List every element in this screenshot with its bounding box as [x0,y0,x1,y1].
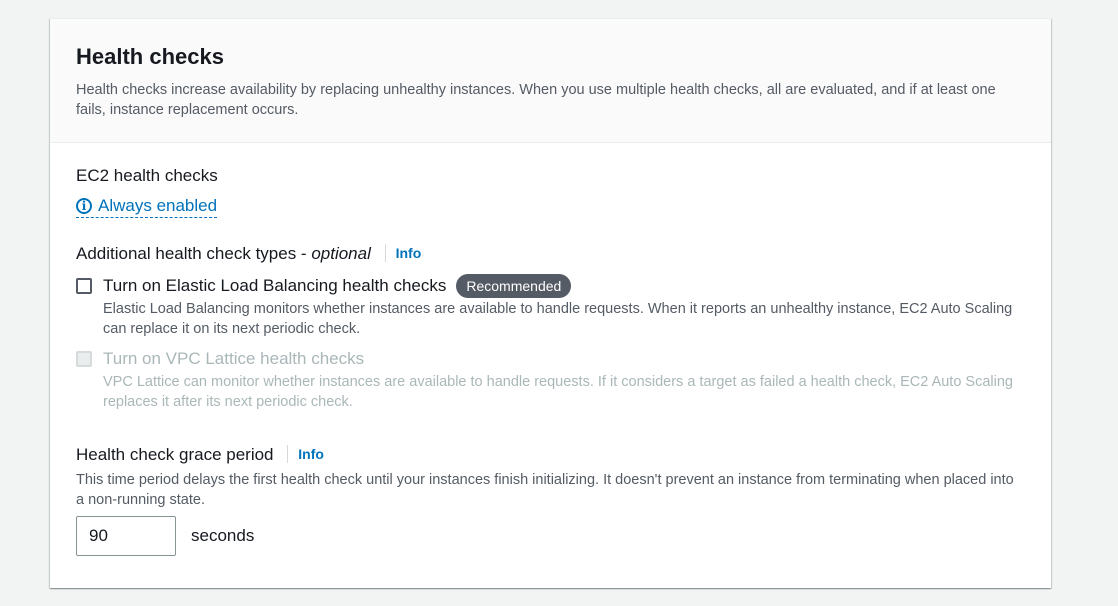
elb-health-check-description: Elastic Load Balancing monitors whether … [103,301,1013,337]
vpc-lattice-label-text: Turn on VPC Lattice health checks [103,349,365,368]
grace-period-label-text: Health check grace period [76,445,274,464]
info-icon: i [76,198,92,214]
panel-body: EC2 health checks i Always enabled Addit… [50,143,1051,556]
additional-health-check-types-label: Additional health check types - optional… [76,242,1025,266]
vpc-lattice-health-check-description: VPC Lattice can monitor whether instance… [103,374,1013,410]
vpc-lattice-health-check-label: Turn on VPC Lattice health checks [103,347,1025,371]
grace-period-description: This time period delays the first health… [76,472,1014,508]
elb-health-check-checkbox[interactable] [76,278,92,294]
elb-health-check-option: Turn on Elastic Load Balancing health ch… [76,274,1025,339]
always-enabled-text: Always enabled [98,196,218,215]
additional-label-main: Additional health check types - [76,244,312,263]
elb-health-check-label[interactable]: Turn on Elastic Load Balancing health ch… [103,274,1025,298]
optional-label: optional [311,244,371,263]
grace-period-info-link[interactable]: Info [287,445,324,463]
grace-period-input[interactable] [76,516,176,556]
elb-label-text: Turn on Elastic Load Balancing health ch… [103,276,447,295]
grace-period-input-row: seconds [76,516,1025,556]
panel-title: Health checks [76,44,224,69]
recommended-badge: Recommended [456,274,572,298]
panel-description: Health checks increase availability by r… [76,82,996,118]
ec2-health-checks-label: EC2 health checks [76,166,218,185]
always-enabled-popover-trigger[interactable]: i Always enabled [76,196,218,218]
additional-info-link[interactable]: Info [384,244,421,262]
grace-period-unit: seconds [191,526,255,545]
grace-period-label: Health check grace period Info [76,443,1025,467]
vpc-lattice-health-check-checkbox [76,351,92,367]
vpc-lattice-health-check-option: Turn on VPC Lattice health checks VPC La… [76,347,1025,412]
health-checks-panel: Health checks Health checks increase ava… [50,18,1051,588]
panel-header: Health checks Health checks increase ava… [50,19,1051,143]
